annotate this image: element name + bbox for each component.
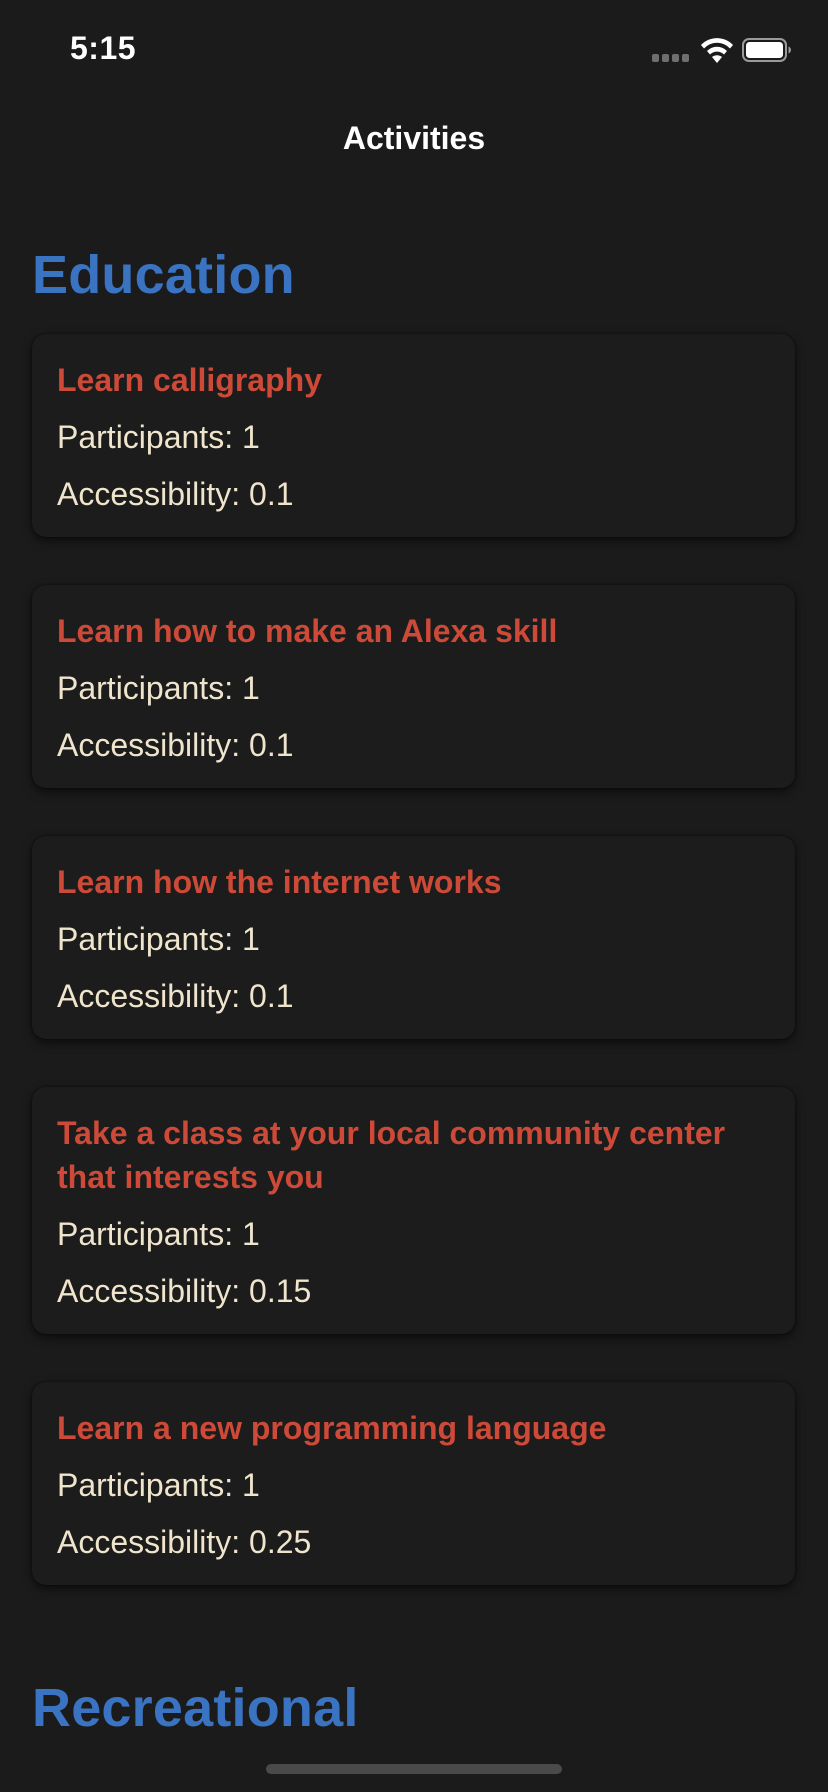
activity-accessibility: Accessibility: 0.1 [57, 727, 294, 763]
section-header-education: Education [32, 245, 295, 305]
activity-title: Learn how to make an Alexa skill [57, 613, 558, 649]
battery-icon [742, 38, 792, 62]
activity-card[interactable]: Learn a new programming language Partici… [32, 1382, 795, 1585]
page-title: Activities [342, 120, 486, 156]
activity-title: Learn calligraphy [57, 362, 322, 398]
activity-accessibility: Accessibility: 0.1 [57, 476, 294, 512]
activity-title: Take a class at your local community cen… [57, 1115, 726, 1195]
activity-card[interactable]: Take a class at your local community cen… [32, 1087, 795, 1334]
activity-card[interactable]: Learn how the internet works Participant… [32, 836, 795, 1039]
activity-participants: Participants: 1 [57, 670, 260, 706]
activity-participants: Participants: 1 [57, 1216, 260, 1252]
activity-card[interactable]: Learn how to make an Alexa skill Partici… [32, 585, 795, 788]
activity-participants: Participants: 1 [57, 921, 260, 957]
activity-title: Learn a new programming language [57, 1410, 607, 1446]
status-time: 5:15 [70, 30, 137, 66]
wifi-icon [700, 37, 734, 63]
cellular-signal-icon [652, 54, 690, 62]
section-header-recreational: Recreational [32, 1678, 359, 1738]
home-indicator[interactable] [266, 1764, 562, 1774]
activity-card[interactable]: Learn calligraphy Participants: 1 Access… [32, 334, 795, 537]
activity-accessibility: Accessibility: 0.25 [57, 1524, 312, 1560]
activity-accessibility: Accessibility: 0.1 [57, 978, 294, 1014]
activity-participants: Participants: 1 [57, 419, 260, 455]
activity-participants: Participants: 1 [57, 1467, 260, 1503]
activity-accessibility: Accessibility: 0.15 [57, 1273, 312, 1309]
activity-title: Learn how the internet works [57, 864, 502, 900]
status-bar: 5:15 [0, 0, 828, 100]
